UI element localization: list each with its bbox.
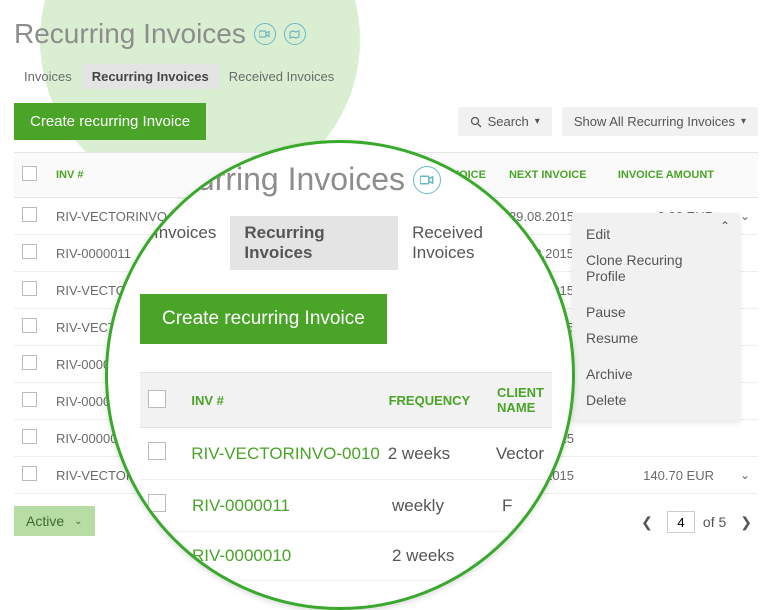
status-filter-dropdown[interactable]: Active ⌄ xyxy=(14,506,95,536)
chevron-up-icon[interactable]: ⌃ xyxy=(720,219,730,233)
show-all-label: Show All Recurring Invoices xyxy=(574,114,735,129)
table-row[interactable]: RIV-VECTORINVO-0010 2 weeks Vector xyxy=(140,428,552,480)
row-checkbox[interactable] xyxy=(22,429,37,444)
row-checkbox[interactable] xyxy=(22,355,37,370)
video-icon[interactable] xyxy=(254,23,276,45)
row-expand-icon[interactable]: ⌄ xyxy=(722,457,758,494)
toolbar-right: Search ▾ Show All Recurring Invoices ▾ xyxy=(458,107,758,136)
row-checkbox[interactable] xyxy=(148,494,166,512)
chevron-down-icon: ⌄ xyxy=(74,516,82,527)
search-icon xyxy=(470,116,482,128)
page-title: Recurring Invoices xyxy=(14,18,246,50)
row-checkbox[interactable] xyxy=(148,442,166,460)
frequency-value: weekly xyxy=(392,496,502,516)
tab-recurring-invoices[interactable]: Recurring Invoices xyxy=(82,64,219,89)
pager: ❮ of 5 ❯ xyxy=(635,511,758,533)
search-button[interactable]: Search ▾ xyxy=(458,107,552,136)
show-all-filter-button[interactable]: Show All Recurring Invoices ▾ xyxy=(562,107,758,136)
invoice-link[interactable]: RIV-VECTORINVO-0010 xyxy=(191,444,388,464)
invoice-tabs: Invoices Recurring Invoices Received Inv… xyxy=(14,64,758,89)
zoom-page-title: Recurring Invoices xyxy=(140,161,552,198)
ctx-resume[interactable]: Resume xyxy=(572,325,740,351)
zoom-magnifier: Recurring Invoices Invoices Recurring In… xyxy=(105,140,575,610)
zoom-table-header: INV # FREQUENCY CLIENT NAME xyxy=(140,372,552,428)
client-name: Vector xyxy=(496,444,544,464)
tab-received-invoices[interactable]: Received Invoices xyxy=(219,64,345,89)
col-actions xyxy=(722,153,758,198)
row-checkbox[interactable] xyxy=(22,466,37,481)
ctx-pause[interactable]: Pause xyxy=(572,299,740,325)
pager-prev-button[interactable]: ❮ xyxy=(635,512,659,533)
tab-invoices[interactable]: Invoices xyxy=(140,216,230,270)
client-name: F xyxy=(502,496,544,516)
col-inv[interactable]: INV # xyxy=(191,393,388,408)
select-all-cell xyxy=(14,153,48,198)
ctx-clone[interactable]: Clone Recuring Profile xyxy=(572,247,740,289)
pager-of-label: of 5 xyxy=(703,514,726,530)
table-row[interactable]: RIV-0000011 weekly F xyxy=(140,480,552,532)
video-icon[interactable] xyxy=(413,166,441,194)
ctx-edit[interactable]: Edit xyxy=(572,221,740,247)
create-recurring-invoice-button[interactable]: Create recurring Invoice xyxy=(140,294,387,344)
invoice-amount: 140.70 EUR xyxy=(601,457,722,494)
select-all-checkbox[interactable] xyxy=(148,390,166,408)
col-client[interactable]: CLIENT NAME xyxy=(497,385,544,415)
row-checkbox[interactable] xyxy=(22,281,37,296)
pager-next-button[interactable]: ❯ xyxy=(734,512,758,533)
frequency-value: 2 weeks xyxy=(388,444,496,464)
zoom-tabs: Invoices Recurring Invoices Received Inv… xyxy=(140,216,552,270)
row-context-menu: ⌃ Edit Clone Recuring Profile Pause Resu… xyxy=(572,213,740,421)
map-icon[interactable] xyxy=(284,23,306,45)
tab-received-invoices[interactable]: Received Invoices xyxy=(398,216,552,270)
invoice-link[interactable]: RIV-0000011 xyxy=(192,496,392,516)
zoom-content: Recurring Invoices Invoices Recurring In… xyxy=(140,161,552,581)
toolbar: Create recurring Invoice Search ▾ Show A… xyxy=(14,103,758,140)
frequency-value: 2 weeks xyxy=(392,546,502,566)
row-checkbox[interactable] xyxy=(22,392,37,407)
row-checkbox[interactable] xyxy=(22,207,37,222)
table-row[interactable]: RIV-0000010 2 weeks xyxy=(140,532,552,581)
search-label: Search xyxy=(488,114,529,129)
select-all-checkbox[interactable] xyxy=(22,166,37,181)
create-recurring-invoice-button[interactable]: Create recurring Invoice xyxy=(14,103,206,140)
page-header: Recurring Invoices xyxy=(14,18,758,50)
row-checkbox[interactable] xyxy=(22,244,37,259)
col-amount[interactable]: INVOICE AMOUNT xyxy=(601,153,722,198)
chevron-down-icon: ▾ xyxy=(535,116,540,127)
status-filter-label: Active xyxy=(26,513,64,529)
tab-invoices[interactable]: Invoices xyxy=(14,64,82,89)
invoice-link[interactable]: RIV-0000010 xyxy=(192,546,392,566)
col-freq[interactable]: FREQUENCY xyxy=(389,393,497,408)
chevron-down-icon: ▾ xyxy=(741,116,746,127)
row-checkbox[interactable] xyxy=(22,318,37,333)
pager-page-input[interactable] xyxy=(667,511,695,533)
tab-recurring-invoices[interactable]: Recurring Invoices xyxy=(230,216,398,270)
ctx-archive[interactable]: Archive xyxy=(572,361,740,387)
ctx-delete[interactable]: Delete xyxy=(572,387,740,413)
